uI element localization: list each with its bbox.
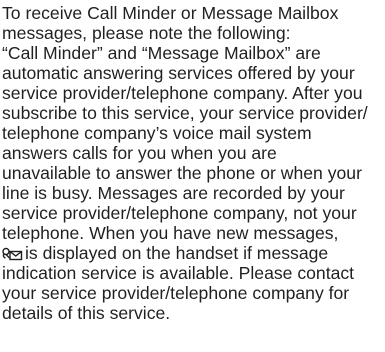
text-line-13-text: is displayed on the handset if message (25, 243, 329, 263)
text-line-12: telephone. When you have new messages, (2, 223, 339, 243)
text-line-3: “Call Minder” and “Message Mailbox” are (2, 43, 321, 63)
text-line-6: subscribe to this service, your service … (2, 103, 368, 123)
document-page: To receive Call Minder or Message Mailbo… (0, 0, 385, 352)
text-line-13: is displayed on the handset if message (2, 243, 385, 263)
text-line-9: unavailable to answer the phone or when … (2, 163, 362, 183)
text-line-4: automatic answering services offered by … (2, 63, 355, 83)
text-line-1: To receive Call Minder or Message Mailbo… (2, 3, 339, 23)
text-line-16: details of this service. (2, 303, 171, 323)
text-line-11: service provider/telephone company, not … (2, 203, 357, 223)
text-line-8: answers calls for you when you are (2, 143, 277, 163)
text-line-2: messages, please note the following: (2, 23, 291, 43)
voicemail-message-icon (2, 247, 23, 261)
text-line-5: service provider/telephone company. Afte… (2, 83, 363, 103)
text-line-14: indication service is available. Please … (2, 263, 355, 283)
text-line-10: line is busy. Messages are recorded by y… (2, 183, 345, 203)
text-line-7: telephone company’s voice mail system (2, 123, 312, 143)
text-line-15: your service provider/telephone company … (2, 283, 350, 303)
